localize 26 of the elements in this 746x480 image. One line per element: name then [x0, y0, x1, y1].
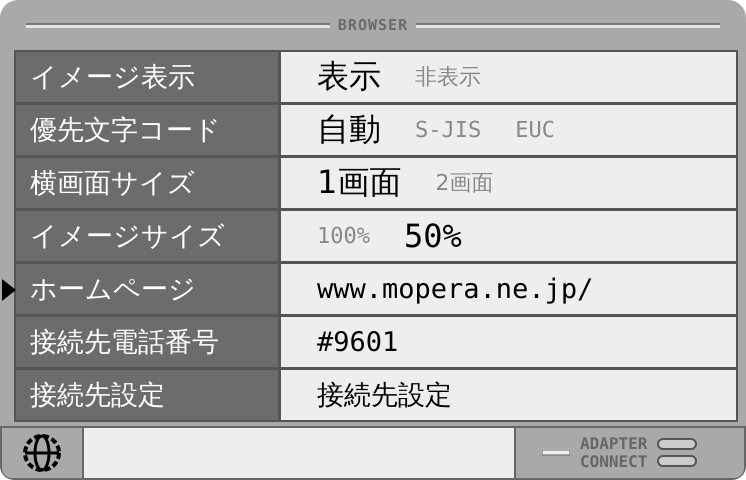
dash-icon: [542, 450, 570, 456]
option-text[interactable]: 非表示: [415, 62, 481, 92]
option-text[interactable]: 2画面: [435, 168, 494, 198]
option-text[interactable]: S-JIS: [415, 118, 482, 142]
setting-label[interactable]: 接続先設定: [16, 370, 278, 420]
option-text[interactable]: 表示: [317, 55, 381, 99]
option-text[interactable]: EUC: [515, 118, 555, 142]
setting-label[interactable]: ホームページ: [16, 264, 278, 314]
globe-icon: [22, 433, 62, 473]
value-text[interactable]: www.mopera.ne.jp/: [317, 274, 594, 304]
value-text[interactable]: #9601: [317, 326, 398, 358]
setting-label[interactable]: イメージサイズ: [16, 211, 278, 261]
setting-label[interactable]: イメージ表示: [16, 52, 278, 102]
globe-button[interactable]: [0, 426, 84, 480]
setting-label[interactable]: 優先文字コード: [16, 105, 278, 155]
option-text[interactable]: 50%: [404, 217, 462, 255]
connector-icon: [657, 436, 698, 470]
connect-label: CONNECT: [580, 453, 648, 471]
option-text[interactable]: 自動: [317, 108, 381, 152]
option-text[interactable]: 100%: [317, 224, 370, 248]
setting-label[interactable]: 横画面サイズ: [16, 158, 278, 208]
adapter-label: ADAPTER: [580, 435, 648, 453]
value-text[interactable]: 接続先設定: [317, 377, 452, 413]
option-text[interactable]: 1画面: [317, 161, 402, 205]
setting-label[interactable]: 接続先電話番号: [16, 317, 278, 367]
window-title: BROWSER: [338, 16, 408, 34]
